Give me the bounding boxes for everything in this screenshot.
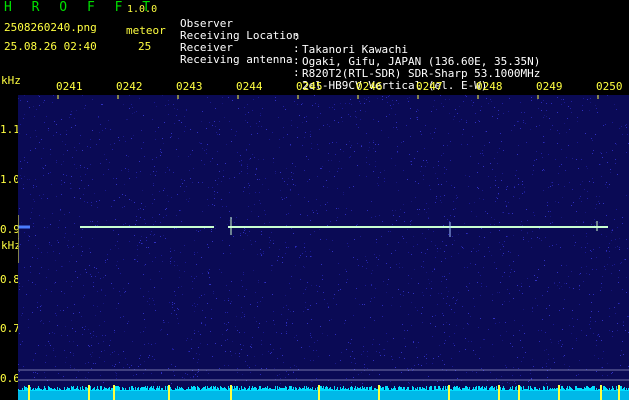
time-tick: 0241: [56, 80, 83, 93]
image-filename: 2508260240.png: [4, 21, 97, 34]
frequency-tick: 0.9: [0, 223, 20, 236]
time-tick: 0250: [596, 80, 623, 93]
frequency-tick: 0.7: [0, 322, 20, 335]
time-tick: 0243: [176, 80, 203, 93]
meteor-count-value: 25: [138, 40, 152, 53]
frequency-tick: 1.0: [0, 173, 20, 186]
frequency-tick: 1.1: [0, 123, 20, 136]
info-key: Receiving antenna: [180, 53, 293, 66]
frequency-tick: 0.6: [0, 372, 20, 385]
hrofft-window: H R O F F T 1.0.0 2508260240.png meteor …: [0, 0, 629, 400]
time-tick: 0242: [116, 80, 143, 93]
info-value: 2el-HB9CV Vertical (el. E-W): [302, 79, 488, 92]
frequency-unit-top: kHz: [1, 74, 21, 87]
frequency-tick: 0.8: [0, 273, 20, 286]
spectrogram-background: [18, 95, 629, 400]
time-tick: 0244: [236, 80, 263, 93]
time-tick: 0249: [536, 80, 563, 93]
info-separator: :: [293, 66, 300, 79]
spectrogram-plot: [18, 95, 629, 400]
time-tick: 0247: [416, 80, 443, 93]
time-tick: 0248: [476, 80, 503, 93]
app-version: 1.0.0: [127, 4, 158, 15]
meteor-count-label: meteor: [126, 24, 166, 37]
time-tick: 0246: [356, 80, 383, 93]
time-tick: 0245: [296, 80, 323, 93]
observation-datetime: 25.08.26 02:40: [4, 40, 97, 53]
